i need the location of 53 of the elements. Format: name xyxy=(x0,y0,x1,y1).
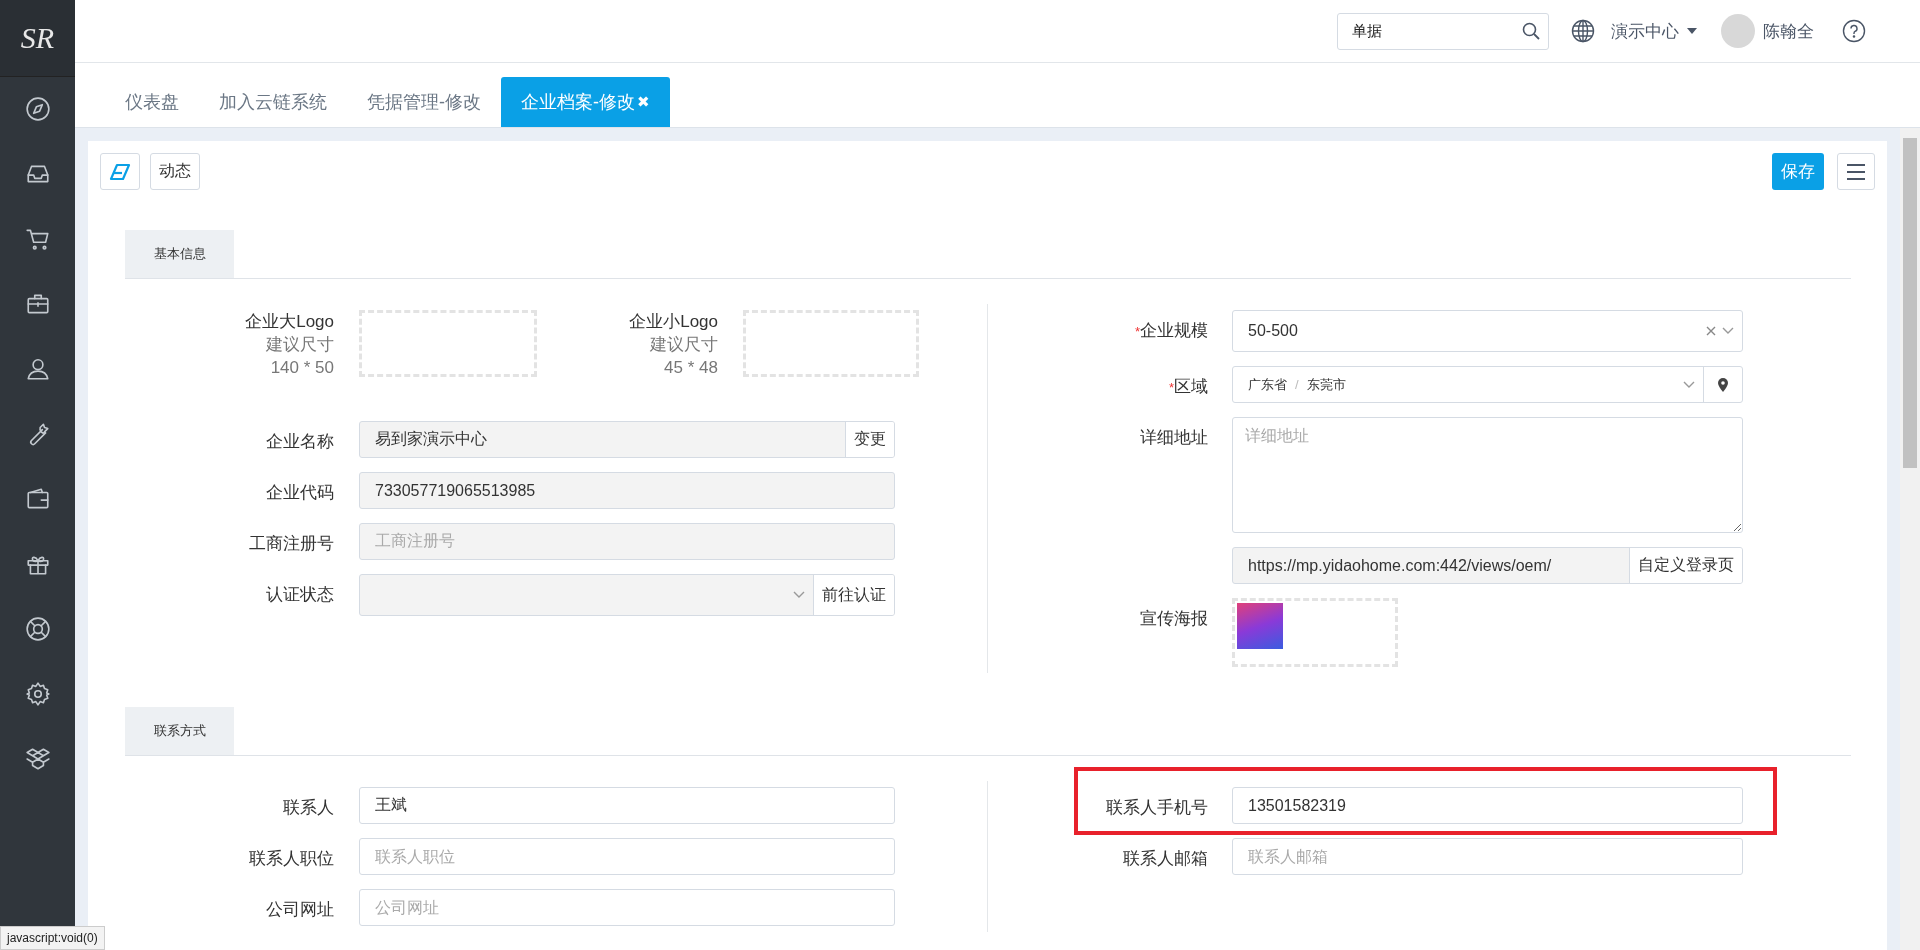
scrollbar-thumb[interactable] xyxy=(1903,138,1917,468)
user-name[interactable]: 陈翰全 xyxy=(1763,19,1814,43)
boxes-icon[interactable] xyxy=(24,746,51,772)
field-label: 联系人 xyxy=(283,798,334,817)
field-label: 工商注册号 xyxy=(249,534,334,553)
help-icon[interactable] xyxy=(1842,19,1866,43)
field-label: 企业代码 xyxy=(266,483,334,502)
eraser-button[interactable] xyxy=(100,153,140,190)
tab[interactable]: 仪表盘 xyxy=(105,77,199,127)
search-icon[interactable] xyxy=(1522,22,1540,40)
menu-icon xyxy=(1846,162,1866,181)
size-hint: 140 * 50 xyxy=(270,357,334,379)
globe-icon[interactable] xyxy=(1571,19,1595,43)
text-field[interactable]: 王斌 xyxy=(360,788,894,823)
logo-label: 企业大Logo xyxy=(245,311,334,333)
lifebuoy-icon[interactable] xyxy=(24,616,51,642)
poster-upload[interactable] xyxy=(1232,598,1398,667)
field-label: *企业规模 xyxy=(1134,321,1208,340)
address-textarea[interactable]: 详细地址 xyxy=(1232,417,1743,533)
eraser-icon xyxy=(109,162,131,181)
text-field[interactable]: 联系人职位 xyxy=(360,839,894,874)
text-field[interactable]: 公司网址 xyxy=(360,890,894,925)
status-bar: javascript:void(0) xyxy=(0,926,105,950)
org-dropdown[interactable]: 演示中心 xyxy=(1611,19,1697,43)
size-hint: 45 * 48 xyxy=(664,357,718,379)
menu-button[interactable] xyxy=(1837,153,1875,190)
field-label: *区域 xyxy=(1168,377,1208,396)
app-logo[interactable]: SR xyxy=(0,0,75,77)
search-field[interactable]: 单据 xyxy=(1337,12,1549,50)
field-label: 联系人手机号 xyxy=(1106,798,1208,817)
select-field[interactable]: 50-500 xyxy=(1232,310,1743,352)
caret-icon xyxy=(1687,28,1697,34)
field-label: 联系人职位 xyxy=(249,849,334,868)
text-field[interactable]: 联系人邮箱 xyxy=(1233,839,1742,874)
logo-label: 企业小Logo xyxy=(629,311,718,333)
field-label: 认证状态 xyxy=(266,585,334,604)
text-field[interactable]: 13501582319 xyxy=(1233,788,1742,823)
field-label: 公司网址 xyxy=(266,900,334,919)
field-label: 联系人邮箱 xyxy=(1123,849,1208,868)
field-label: 宣传海报 xyxy=(1140,609,1208,628)
gear-icon[interactable] xyxy=(24,681,51,707)
toolbar-button[interactable]: 动态 xyxy=(150,153,200,190)
field-label: 详细地址 xyxy=(1140,428,1208,447)
tab[interactable]: 凭据管理-修改 xyxy=(347,77,501,127)
compass-icon[interactable] xyxy=(24,96,51,122)
photo-placeholder xyxy=(1237,603,1283,649)
user-icon[interactable] xyxy=(24,356,51,382)
size-hint: 建议尺寸 xyxy=(266,334,334,356)
chevron-down-icon xyxy=(1722,327,1734,335)
clear-icon[interactable] xyxy=(1706,326,1716,336)
size-hint: 建议尺寸 xyxy=(650,334,718,356)
field-label: 企业名称 xyxy=(266,432,334,451)
tab[interactable]: 加入云链系统 xyxy=(199,77,347,127)
